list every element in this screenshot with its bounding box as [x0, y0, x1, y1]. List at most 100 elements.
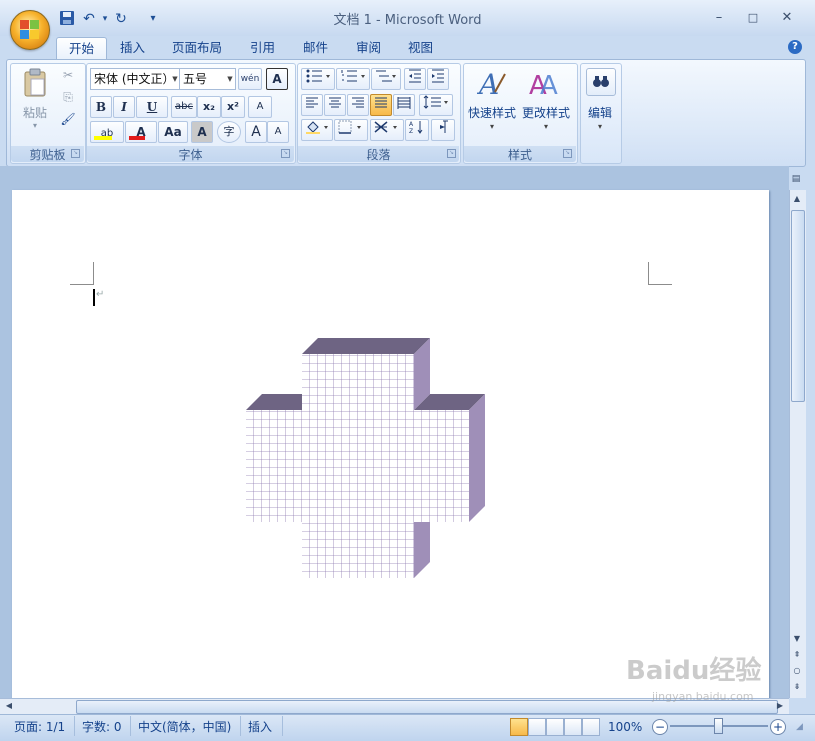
page-count[interactable]: 页面: 1/1: [14, 718, 65, 736]
cross-shape[interactable]: [240, 330, 490, 586]
scroll-left-icon[interactable]: ◀: [2, 699, 16, 713]
decrease-indent-button[interactable]: [404, 68, 426, 90]
chevron-down-icon: ▾: [597, 122, 602, 131]
zoom-level[interactable]: 100%: [608, 718, 642, 736]
align-left-button[interactable]: [301, 94, 323, 116]
tab-view[interactable]: 视图: [396, 37, 445, 59]
align-center-button[interactable]: [324, 94, 346, 116]
numbering-button[interactable]: [336, 68, 370, 90]
vertical-scroll-thumb[interactable]: [791, 210, 805, 402]
change-styles-button[interactable]: AA 更改样式 ▾: [520, 66, 572, 140]
editing-button[interactable]: 编辑 ▾: [582, 66, 618, 140]
office-button[interactable]: [10, 10, 50, 50]
font-launcher-icon[interactable]: ↘: [281, 149, 290, 158]
resize-grip-icon[interactable]: ◢: [796, 722, 808, 734]
minimize-button[interactable]: –: [706, 8, 732, 28]
enclose-char-button[interactable]: 字: [217, 121, 241, 143]
scroll-up-icon[interactable]: ▲: [790, 192, 804, 206]
numbering-icon: [341, 70, 365, 82]
line-spacing-button[interactable]: [419, 94, 453, 116]
tab-references[interactable]: 引用: [238, 37, 287, 59]
language-status[interactable]: 中文(简体，中国): [138, 718, 231, 736]
char-shading-button[interactable]: A: [191, 121, 213, 143]
paste-button[interactable]: 粘贴 ▾: [16, 66, 54, 138]
decrease-indent-icon: [409, 69, 421, 83]
paragraph-group-label: 段落: [298, 146, 459, 162]
outline-view-icon[interactable]: [564, 718, 582, 736]
align-right-icon: [352, 97, 364, 108]
font-name-combo[interactable]: 宋体 (中文正） ▼: [90, 68, 181, 90]
phonetic-guide-button[interactable]: wén: [238, 68, 262, 90]
superscript-button[interactable]: x²: [221, 96, 245, 118]
show-marks-button[interactable]: [431, 119, 455, 141]
italic-button[interactable]: I: [113, 96, 135, 118]
distributed-button[interactable]: [393, 94, 415, 116]
scroll-right-icon[interactable]: ▶: [773, 699, 787, 713]
bold-button[interactable]: B: [90, 96, 112, 118]
align-right-button[interactable]: [347, 94, 369, 116]
paragraph-launcher-icon[interactable]: ↘: [447, 149, 456, 158]
subscript-button[interactable]: x₂: [197, 96, 221, 118]
change-styles-label: 更改样式: [521, 106, 570, 120]
strikethrough-button[interactable]: abc: [171, 96, 197, 118]
web-layout-icon[interactable]: [546, 718, 564, 736]
svg-text:A: A: [477, 68, 499, 98]
print-layout-view-icon[interactable]: [510, 718, 528, 736]
zoom-slider-thumb[interactable]: [714, 718, 723, 734]
increase-indent-icon: [432, 69, 444, 83]
borders-button[interactable]: [334, 119, 368, 141]
quick-styles-button[interactable]: A 快速样式 ▾: [466, 66, 518, 140]
chevron-down-icon: ▾: [489, 122, 494, 131]
copy-icon[interactable]: ⎘: [60, 90, 76, 106]
word-count[interactable]: 字数: 0: [82, 718, 122, 736]
status-bar: [0, 714, 815, 741]
multilevel-list-button[interactable]: [371, 68, 401, 90]
previous-page-icon[interactable]: ⇞: [790, 648, 804, 662]
change-case-button[interactable]: Aa: [158, 121, 188, 143]
insert-mode[interactable]: 插入: [248, 718, 272, 736]
browse-object-icon[interactable]: ○: [790, 664, 804, 678]
zoom-out-icon[interactable]: −: [652, 719, 668, 735]
tab-mailings[interactable]: 邮件: [291, 37, 340, 59]
ruler-toggle-icon[interactable]: ▤: [788, 174, 804, 188]
highlight-button[interactable]: ab: [90, 121, 124, 143]
tab-insert[interactable]: 插入: [108, 37, 157, 59]
clipboard-launcher-icon[interactable]: ↘: [71, 149, 80, 158]
tab-review[interactable]: 审阅: [344, 37, 393, 59]
shrink-font-button[interactable]: A: [267, 121, 289, 143]
char-border-button[interactable]: A: [266, 68, 288, 90]
increase-indent-button[interactable]: [427, 68, 449, 90]
tab-home[interactable]: 开始: [56, 37, 108, 60]
scroll-down-icon[interactable]: ▼: [790, 632, 804, 646]
draft-view-icon[interactable]: [582, 718, 600, 736]
help-icon[interactable]: ?: [788, 40, 802, 54]
borders-icon: [338, 120, 361, 134]
grow-font-button[interactable]: A: [245, 121, 267, 143]
justify-button[interactable]: [370, 94, 392, 116]
format-painter-icon[interactable]: 🖌: [60, 112, 76, 128]
styles-launcher-icon[interactable]: ↘: [563, 149, 572, 158]
clear-formatting-button[interactable]: A: [248, 96, 272, 118]
sort-button[interactable]: AZ: [405, 119, 429, 141]
paste-label: 粘贴: [22, 106, 47, 120]
align-left-icon: [306, 97, 318, 108]
chinese-layout-icon: [374, 121, 397, 133]
font-size-combo[interactable]: 五号 ▼: [179, 68, 236, 90]
close-button[interactable]: ✕: [774, 8, 800, 28]
chinese-layout-button[interactable]: [370, 119, 404, 141]
cut-icon[interactable]: ✂: [60, 68, 76, 84]
align-center-icon: [329, 97, 341, 108]
zoom-in-icon[interactable]: +: [770, 719, 786, 735]
shading-button[interactable]: [301, 119, 333, 141]
full-screen-reading-icon[interactable]: [528, 718, 546, 736]
bullets-button[interactable]: [301, 68, 335, 90]
styles-group-label: 样式: [464, 146, 576, 162]
next-page-icon[interactable]: ⇟: [790, 680, 804, 694]
baidu-watermark-url: jingyan.baidu.com: [652, 690, 754, 703]
font-color-button[interactable]: A: [125, 121, 157, 143]
status-divider: [282, 716, 283, 736]
tab-page-layout[interactable]: 页面布局: [160, 37, 234, 59]
underline-button[interactable]: U: [136, 96, 168, 118]
font-group-label: 字体: [87, 146, 294, 162]
maximize-button[interactable]: □: [740, 8, 766, 28]
